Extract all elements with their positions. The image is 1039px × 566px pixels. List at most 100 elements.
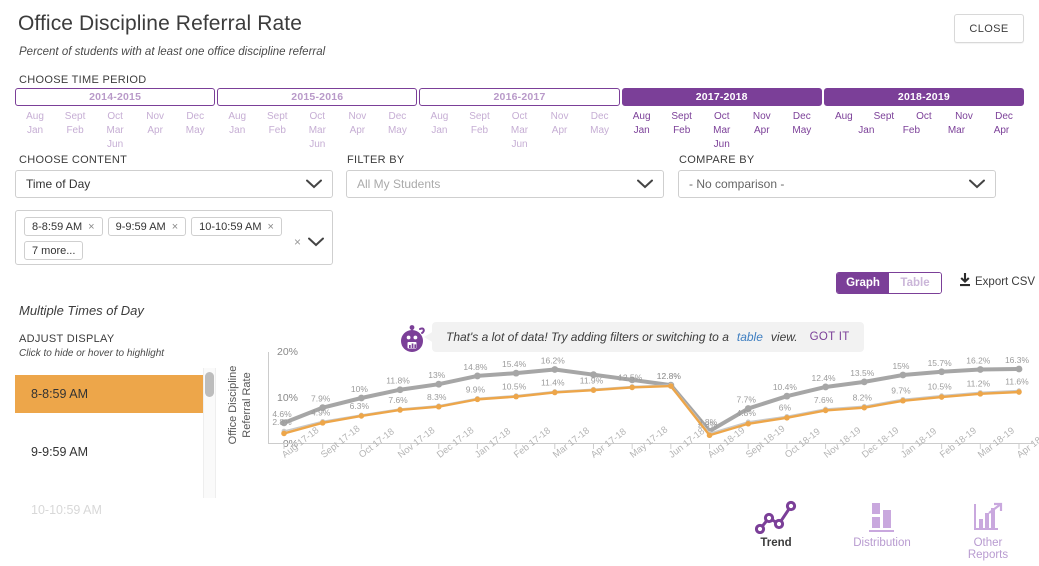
time-period-month-Feb[interactable]: Feb <box>257 124 297 138</box>
chart-point[interactable] <box>319 420 326 426</box>
time-period-month-Sept[interactable]: Sept <box>459 110 499 124</box>
time-period-month-Aug[interactable]: Aug <box>419 110 459 124</box>
time-period-month-Oct[interactable]: Oct <box>297 110 337 124</box>
chart-point[interactable] <box>396 386 404 394</box>
chart-point[interactable] <box>435 380 443 388</box>
time-period-year-2017-2018[interactable]: 2017-2018 Aug Sept Oct Nov Dec Jan Feb Mar Apr May… <box>621 88 822 152</box>
time-period-month-Feb[interactable]: Feb <box>459 124 499 138</box>
legend-item-10-10-59-am[interactable]: 10-10:59 AM <box>15 491 205 529</box>
chart-point[interactable] <box>281 430 287 437</box>
time-period-month-Dec[interactable]: Dec <box>782 110 822 124</box>
time-period-year-label[interactable]: 2015-2016 <box>217 88 418 106</box>
legend-scrollbar-thumb[interactable] <box>205 372 214 397</box>
chart-point[interactable] <box>512 369 520 377</box>
nav-item-trend[interactable]: Trend <box>740 500 812 561</box>
content-chip[interactable]: 7 more... <box>24 241 84 260</box>
time-period-month-Apr[interactable]: Apr <box>337 124 377 138</box>
compare-select[interactable]: - No comparison - <box>678 170 996 198</box>
chart-point[interactable] <box>784 414 790 421</box>
chart-point[interactable] <box>1015 365 1023 373</box>
time-period-year-2014-2015[interactable]: 2014-2015 Aug Sept Oct Nov Dec Jan Feb Mar Apr May… <box>15 88 216 152</box>
time-period-month-Nov[interactable]: Nov <box>337 110 377 124</box>
time-period-month-Nov[interactable]: Nov <box>742 110 782 124</box>
chart-point[interactable] <box>397 407 403 413</box>
time-period-month-Mar[interactable]: Mar <box>297 124 337 138</box>
chart-point[interactable] <box>899 371 907 379</box>
chart-point[interactable] <box>745 420 752 427</box>
chip-remove-icon[interactable]: × <box>268 221 274 233</box>
chart-point[interactable] <box>860 378 868 386</box>
time-period-month-Apr[interactable]: Apr <box>979 124 1024 138</box>
time-period-month-Sept[interactable]: Sept <box>864 110 904 124</box>
time-period-month-Oct[interactable]: Oct <box>904 110 944 124</box>
chart-point[interactable] <box>513 393 519 400</box>
time-period-month-Jan[interactable]: Jan <box>844 124 889 138</box>
content-chip[interactable]: 10-10:59 AM × <box>191 217 282 236</box>
chart-point[interactable] <box>938 394 945 400</box>
time-period-month-May[interactable]: May <box>377 124 417 138</box>
chart-point[interactable] <box>706 432 713 439</box>
time-period-month-Jun[interactable]: Jun <box>500 138 540 152</box>
time-period-month-Aug[interactable]: Aug <box>15 110 55 124</box>
tip-table-link[interactable]: table <box>737 330 763 344</box>
time-period-month-Jan[interactable]: Jan <box>419 124 459 138</box>
chart-point[interactable] <box>474 396 481 403</box>
time-period-month-Aug[interactable]: Aug <box>622 110 662 124</box>
time-period-month-Mar[interactable]: Mar <box>500 124 540 138</box>
time-period-month-Jan[interactable]: Jan <box>622 124 662 138</box>
time-period-month-Aug[interactable]: Aug <box>824 110 864 124</box>
content-chip[interactable]: 9-9:59 AM × <box>107 217 187 236</box>
chart-point[interactable] <box>629 384 635 391</box>
time-period-month-Nov[interactable]: Nov <box>944 110 984 124</box>
time-period-year-label[interactable]: 2016-2017 <box>419 88 620 106</box>
time-period-month-Dec[interactable]: Dec <box>984 110 1024 124</box>
chip-remove-icon[interactable]: × <box>172 221 178 233</box>
time-period-month-Jun[interactable]: Jun <box>95 138 135 152</box>
chart-point[interactable] <box>358 413 365 419</box>
nav-item-distribution[interactable]: Distribution <box>846 500 918 561</box>
time-period-year-label[interactable]: 2017-2018 <box>621 88 822 106</box>
filter-select[interactable]: All My Students <box>346 170 664 198</box>
chart-point[interactable] <box>900 397 906 404</box>
time-period-month-Mar[interactable]: Mar <box>702 124 742 138</box>
time-period-month-Jun[interactable]: Jun <box>702 138 742 152</box>
time-period-month-May[interactable]: May <box>175 124 215 138</box>
time-period-month-Feb[interactable]: Feb <box>889 124 934 138</box>
chip-remove-icon[interactable]: × <box>88 221 94 233</box>
time-period-month-Sept[interactable]: Sept <box>662 110 702 124</box>
table-view-button[interactable]: Table <box>889 273 941 293</box>
time-period-month-Sept[interactable]: Sept <box>55 110 95 124</box>
time-period-month-Apr[interactable]: Apr <box>540 124 580 138</box>
time-period-month-May[interactable]: May <box>580 124 620 138</box>
time-period-month-Apr[interactable]: Apr <box>135 124 175 138</box>
time-period-month-Aug[interactable]: Aug <box>217 110 257 124</box>
chart-point[interactable] <box>1016 389 1022 395</box>
time-period-month-Feb[interactable]: Feb <box>662 124 702 138</box>
export-csv-button[interactable]: Export CSV <box>959 273 1035 290</box>
content-chip[interactable]: 8-8:59 AM × <box>24 217 103 236</box>
time-period-year-2018-2019[interactable]: 2018-2019 Aug Sept Oct Nov Dec Jan Feb Mar Apr <box>823 88 1025 150</box>
time-period-year-2016-2017[interactable]: 2016-2017 Aug Sept Oct Nov Dec Jan Feb Mar Apr May… <box>419 88 620 152</box>
chart-point[interactable] <box>590 387 597 393</box>
chart-point[interactable] <box>435 403 442 410</box>
chart-point[interactable] <box>822 383 829 391</box>
chevron-down-icon[interactable] <box>308 237 324 247</box>
content-chips-box[interactable]: 8-8:59 AM × 9-9:59 AM × 10-10:59 AM × 7 more..… <box>15 210 333 265</box>
nav-item-other-reports[interactable]: Other Reports <box>952 500 1024 561</box>
chart-point[interactable] <box>551 389 558 396</box>
chart-point[interactable] <box>861 404 868 411</box>
time-period-month-Dec[interactable]: Dec <box>580 110 620 124</box>
clear-all-icon[interactable]: × <box>294 235 301 249</box>
time-period-month-Dec[interactable]: Dec <box>175 110 215 124</box>
chart-point[interactable] <box>783 392 791 400</box>
time-period-month-Mar[interactable]: Mar <box>95 124 135 138</box>
time-period-month-Oct[interactable]: Oct <box>95 110 135 124</box>
time-period-month-Nov[interactable]: Nov <box>135 110 175 124</box>
chart-point[interactable] <box>822 407 829 414</box>
time-period-month-Jan[interactable]: Jan <box>15 124 55 138</box>
chart-point[interactable] <box>938 368 946 376</box>
time-period-month-Oct[interactable]: Oct <box>500 110 540 124</box>
time-period-month-Mar[interactable]: Mar <box>934 124 979 138</box>
chart-point[interactable] <box>474 372 481 380</box>
time-period-month-Apr[interactable]: Apr <box>742 124 782 138</box>
